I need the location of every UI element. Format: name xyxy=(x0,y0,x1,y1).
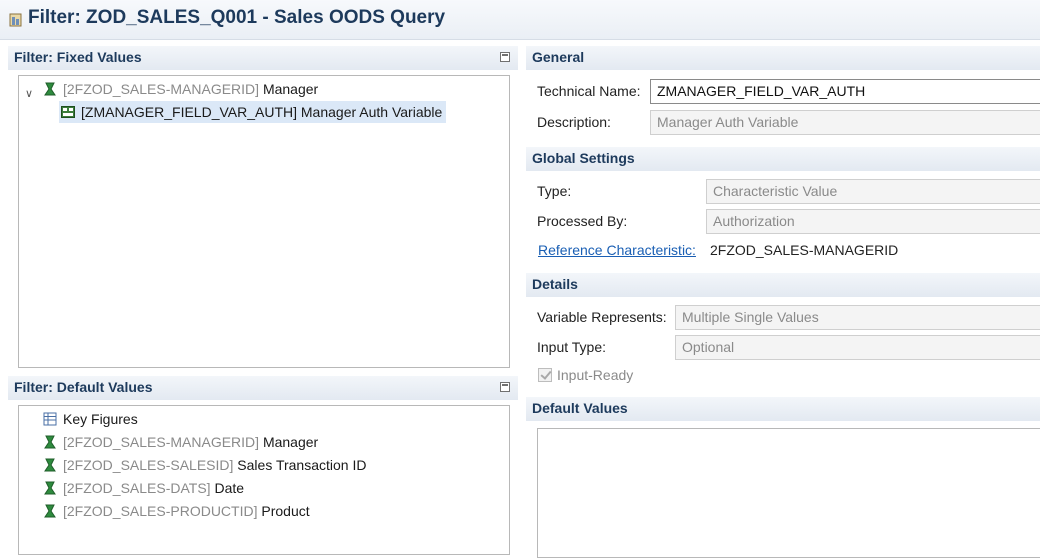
general-header-label: General xyxy=(532,49,585,65)
characteristic-icon xyxy=(44,82,56,96)
processed-by-label: Processed By: xyxy=(537,213,628,229)
technical-name-label: Technical Name: xyxy=(537,83,641,99)
details-header-label: Details xyxy=(532,276,578,292)
tree-item-label: Key Figures xyxy=(63,411,138,427)
input-type-field[interactable]: Optional xyxy=(675,335,1040,360)
tree-item-tech: [2FZOD_SALES-SALESID] xyxy=(63,457,234,473)
tree-item-tech: [2FZOD_SALES-MANAGERID] xyxy=(63,434,260,450)
tree-item-manager[interactable]: [2FZOD_SALES-MANAGERID] Manager xyxy=(41,431,318,453)
characteristic-icon xyxy=(44,504,56,518)
characteristic-icon xyxy=(44,458,56,472)
type-label: Type: xyxy=(537,183,572,199)
default-values-area[interactable] xyxy=(537,428,1040,558)
default-values-tree[interactable]: Key Figures [2FZOD_SALES-MANAGERID] Mana… xyxy=(18,405,510,555)
tree-item-label: Product xyxy=(261,503,310,519)
reference-characteristic-link[interactable]: Reference Characteristic: xyxy=(538,242,696,258)
variable-icon xyxy=(61,106,75,118)
tree-item-manager-auth-variable[interactable]: [ZMANAGER_FIELD_VAR_AUTH] Manager Auth V… xyxy=(59,101,447,123)
minimize-icon[interactable] xyxy=(500,52,510,62)
window-title-bar: Filter: ZOD_SALES_Q001 - Sales OODS Quer… xyxy=(0,0,1040,40)
input-type-label: Input Type: xyxy=(537,339,607,355)
tree-item-label: [ZMANAGER_FIELD_VAR_AUTH] Manager Auth V… xyxy=(81,104,443,120)
minimize-icon[interactable] xyxy=(500,382,510,392)
general-header: General xyxy=(526,46,1040,70)
fixed-values-header: Filter: Fixed Values xyxy=(8,46,518,70)
tree-item-tech: [2FZOD_SALES-MANAGERID] xyxy=(63,81,260,97)
reference-characteristic-value: 2FZOD_SALES-MANAGERID xyxy=(710,242,899,258)
global-settings-header-label: Global Settings xyxy=(532,150,635,166)
processed-by-field[interactable]: Authorization xyxy=(706,209,1040,234)
default-values-filter-header: Filter: Default Values xyxy=(8,376,518,400)
tree-item-label: Manager xyxy=(262,434,319,450)
tree-item-key-figures[interactable]: Key Figures xyxy=(41,408,138,430)
characteristic-icon xyxy=(44,435,56,449)
fixed-values-header-label: Filter: Fixed Values xyxy=(14,49,142,65)
tree-item-sales-transaction-id[interactable]: [2FZOD_SALES-SALESID] Sales Transaction … xyxy=(41,454,366,476)
chevron-down-icon[interactable]: ∨ xyxy=(25,83,33,105)
fixed-values-tree[interactable]: ∨ [2FZOD_SALES-MANAGERID] Manager [ZMANA… xyxy=(18,75,510,368)
tree-item-date[interactable]: [2FZOD_SALES-DATS] Date xyxy=(41,477,244,499)
default-values-filter-header-label: Filter: Default Values xyxy=(14,379,153,395)
technical-name-field[interactable]: ZMANAGER_FIELD_VAR_AUTH xyxy=(650,79,1040,104)
input-ready-label: Input-Ready xyxy=(557,367,634,383)
variable-represents-field[interactable]: Multiple Single Values xyxy=(675,305,1040,330)
default-values-header-label: Default Values xyxy=(532,400,628,416)
tree-item-label: Date xyxy=(214,480,245,496)
type-field[interactable]: Characteristic Value xyxy=(706,179,1040,204)
description-field[interactable]: Manager Auth Variable xyxy=(650,110,1040,135)
tree-item-manager[interactable]: ∨ [2FZOD_SALES-MANAGERID] Manager xyxy=(25,78,318,100)
global-settings-header: Global Settings xyxy=(526,147,1040,171)
tree-item-label: Manager xyxy=(262,81,319,97)
window-title: Filter: ZOD_SALES_Q001 - Sales OODS Quer… xyxy=(28,7,446,28)
key-figures-icon xyxy=(43,412,57,426)
variable-represents-label: Variable Represents: xyxy=(537,309,667,325)
description-label: Description: xyxy=(537,114,611,130)
tree-item-tech: [2FZOD_SALES-DATS] xyxy=(63,480,211,496)
tree-item-tech: [2FZOD_SALES-PRODUCTID] xyxy=(63,503,258,519)
tree-item-label: Sales Transaction ID xyxy=(237,457,367,473)
default-values-header: Default Values xyxy=(526,397,1040,421)
characteristic-icon xyxy=(44,481,56,495)
query-filter-icon xyxy=(9,13,22,27)
tree-item-product[interactable]: [2FZOD_SALES-PRODUCTID] Product xyxy=(41,500,310,522)
input-ready-checkbox[interactable] xyxy=(538,368,552,382)
details-header: Details xyxy=(526,273,1040,297)
